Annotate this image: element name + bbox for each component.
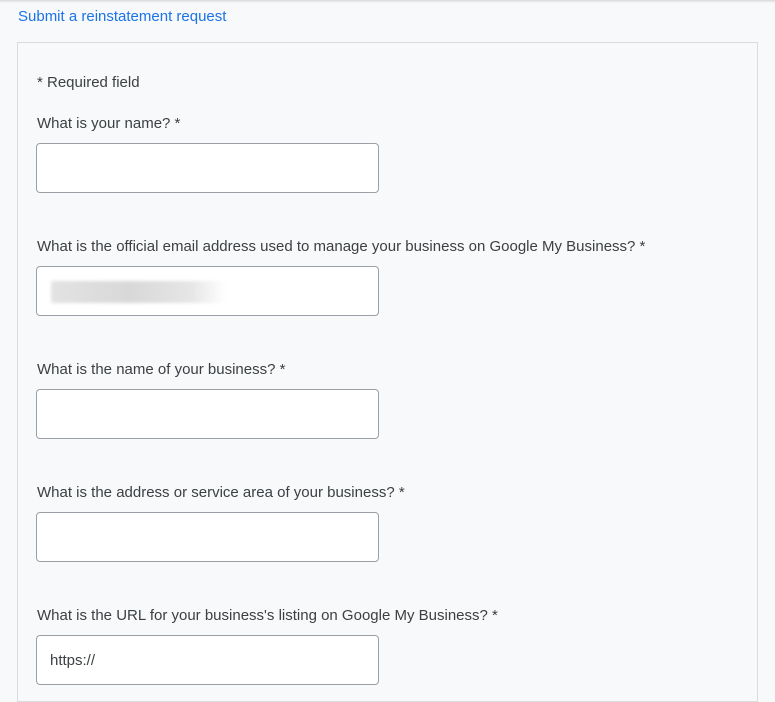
- name-label: What is your name? *: [37, 115, 181, 132]
- business-address-input[interactable]: [36, 512, 379, 562]
- business-name-label: What is the name of your business? *: [37, 361, 286, 378]
- business-address-label: What is the address or service area of y…: [37, 484, 405, 501]
- reinstatement-form: * Required field What is your name? * Wh…: [17, 42, 758, 702]
- submit-reinstatement-request-link[interactable]: Submit a reinstatement request: [18, 8, 226, 26]
- email-label: What is the official email address used …: [37, 238, 646, 255]
- required-field-note: * Required field: [37, 74, 140, 91]
- email-input[interactable]: [36, 266, 379, 316]
- business-name-input[interactable]: [36, 389, 379, 439]
- top-shadow: [0, 0, 775, 3]
- listing-url-input[interactable]: [36, 635, 379, 685]
- name-input[interactable]: [36, 143, 379, 193]
- listing-url-label: What is the URL for your business's list…: [37, 607, 498, 624]
